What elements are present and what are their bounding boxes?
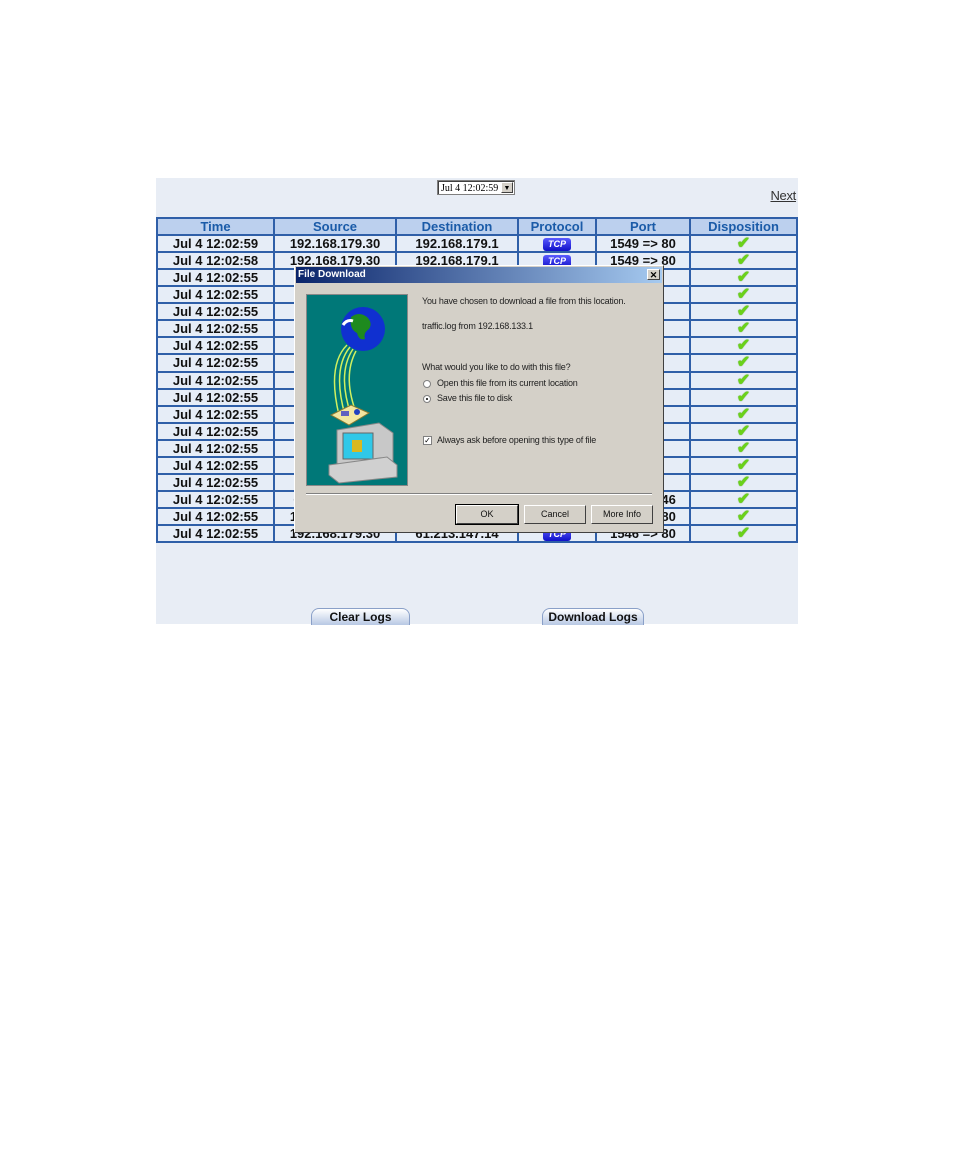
more-info-button[interactable]: More Info bbox=[591, 505, 653, 524]
disposition-cell: ✔ bbox=[689, 353, 798, 373]
disposition-cell: ✔ bbox=[689, 472, 798, 492]
checkmark-icon: ✔ bbox=[736, 371, 751, 389]
time-cell: Jul 4 12:02:58 bbox=[156, 251, 275, 271]
time-cell: Jul 4 12:02:55 bbox=[156, 438, 275, 458]
checkmark-icon: ✔ bbox=[736, 525, 751, 543]
source-cell: 192.168.179.30 bbox=[273, 233, 397, 254]
table-row: Jul 4 12:02:59 192.168.179.30 192.168.179.… bbox=[156, 233, 798, 254]
disposition-cell: ✔ bbox=[689, 438, 798, 458]
disposition-cell: ✔ bbox=[689, 370, 798, 390]
checkmark-icon: ✔ bbox=[736, 422, 751, 440]
checkmark-icon: ✔ bbox=[736, 490, 751, 508]
disposition-cell: ✔ bbox=[689, 387, 798, 407]
checkmark-icon: ✔ bbox=[736, 235, 751, 253]
checkmark-icon: ✔ bbox=[736, 269, 751, 287]
checkmark-icon: ✔ bbox=[736, 337, 751, 355]
time-cell: Jul 4 12:02:55 bbox=[156, 387, 275, 407]
time-select-value: Jul 4 12:02:59 bbox=[441, 183, 499, 194]
port-cell: 1549 => 80 bbox=[595, 233, 691, 254]
time-cell: Jul 4 12:02:55 bbox=[156, 404, 275, 424]
open-file-label[interactable]: Open this file from its current location bbox=[437, 378, 578, 388]
checkmark-icon: ✔ bbox=[736, 252, 751, 270]
time-cell: Jul 4 12:02:55 bbox=[156, 353, 275, 373]
close-icon[interactable]: ✕ bbox=[647, 269, 660, 280]
time-cell: Jul 4 12:02:55 bbox=[156, 336, 275, 356]
time-cell: Jul 4 12:02:55 bbox=[156, 524, 275, 544]
open-file-radio[interactable] bbox=[423, 380, 431, 388]
checkmark-icon: ✔ bbox=[736, 508, 751, 526]
time-cell: Jul 4 12:02:55 bbox=[156, 370, 275, 390]
time-select[interactable]: Jul 4 12:02:59 ▼ bbox=[437, 180, 515, 195]
time-cell: Jul 4 12:02:55 bbox=[156, 506, 275, 527]
disposition-cell: ✔ bbox=[689, 302, 798, 322]
disposition-cell: ✔ bbox=[689, 233, 798, 254]
chevron-down-icon[interactable]: ▼ bbox=[501, 182, 513, 193]
file-download-dialog: File Download ✕ You have chosen to downl… bbox=[294, 265, 664, 533]
time-cell: Jul 4 12:02:55 bbox=[156, 421, 275, 441]
tcp-protocol-icon: TCP bbox=[543, 238, 571, 252]
checkmark-icon: ✔ bbox=[736, 320, 751, 338]
time-cell: Jul 4 12:02:55 bbox=[156, 302, 275, 322]
disposition-cell: ✔ bbox=[689, 268, 798, 288]
dialog-titlebar[interactable]: File Download ✕ bbox=[296, 267, 662, 283]
column-header-port: Port bbox=[595, 217, 691, 236]
checkmark-icon: ✔ bbox=[736, 473, 751, 491]
disposition-cell: ✔ bbox=[689, 404, 798, 424]
disposition-cell: ✔ bbox=[689, 506, 798, 527]
disposition-cell: ✔ bbox=[689, 524, 798, 544]
always-ask-label[interactable]: Always ask before opening this type of f… bbox=[437, 435, 596, 445]
column-header-disposition: Disposition bbox=[689, 217, 798, 236]
disposition-cell: ✔ bbox=[689, 455, 798, 475]
time-cell: Jul 4 12:02:55 bbox=[156, 472, 275, 492]
checkmark-icon: ✔ bbox=[736, 286, 751, 304]
time-cell: Jul 4 12:02:55 bbox=[156, 455, 275, 475]
save-file-radio[interactable] bbox=[423, 395, 431, 403]
column-header-time: Time bbox=[156, 217, 275, 236]
disposition-cell: ✔ bbox=[689, 336, 798, 356]
checkmark-icon: ✔ bbox=[736, 388, 751, 406]
always-ask-checkbox[interactable]: ✓ bbox=[423, 436, 432, 445]
dialog-file-info: traffic.log from 192.168.133.1 bbox=[422, 321, 533, 331]
dialog-question: What would you like to do with this file… bbox=[422, 362, 571, 372]
time-cell: Jul 4 12:02:55 bbox=[156, 489, 275, 510]
clear-logs-button[interactable]: Clear Logs bbox=[311, 608, 410, 625]
checkmark-icon: ✔ bbox=[736, 439, 751, 457]
column-header-protocol: Protocol bbox=[517, 217, 597, 236]
checkmark-icon: ✔ bbox=[736, 354, 751, 372]
disposition-cell: ✔ bbox=[689, 251, 798, 271]
dialog-separator bbox=[306, 493, 652, 495]
download-logs-button[interactable]: Download Logs bbox=[542, 608, 644, 625]
save-file-label[interactable]: Save this file to disk bbox=[437, 393, 512, 403]
column-header-source: Source bbox=[273, 217, 397, 236]
globe-computer-icon bbox=[328, 307, 398, 484]
time-cell: Jul 4 12:02:55 bbox=[156, 319, 275, 339]
checkmark-icon: ✔ bbox=[736, 405, 751, 423]
dialog-intro-text: You have chosen to download a file from … bbox=[422, 296, 626, 306]
checkmark-icon: ✔ bbox=[736, 303, 751, 321]
disposition-cell: ✔ bbox=[689, 285, 798, 305]
destination-cell: 192.168.179.1 bbox=[395, 233, 519, 254]
time-cell: Jul 4 12:02:59 bbox=[156, 233, 275, 254]
table-header-row: Time Source Destination Protocol Port Di… bbox=[156, 217, 798, 236]
checkmark-icon: ✔ bbox=[736, 456, 751, 474]
time-cell: Jul 4 12:02:55 bbox=[156, 268, 275, 288]
time-cell: Jul 4 12:02:55 bbox=[156, 285, 275, 305]
protocol-cell: TCP bbox=[517, 233, 597, 254]
disposition-cell: ✔ bbox=[689, 421, 798, 441]
next-link[interactable]: Next bbox=[770, 188, 796, 203]
download-illustration bbox=[306, 294, 408, 486]
column-header-destination: Destination bbox=[395, 217, 519, 236]
cancel-button[interactable]: Cancel bbox=[524, 505, 586, 524]
dialog-title: File Download bbox=[298, 269, 366, 280]
disposition-cell: ✔ bbox=[689, 489, 798, 510]
ok-button[interactable]: OK bbox=[455, 504, 519, 525]
disposition-cell: ✔ bbox=[689, 319, 798, 339]
